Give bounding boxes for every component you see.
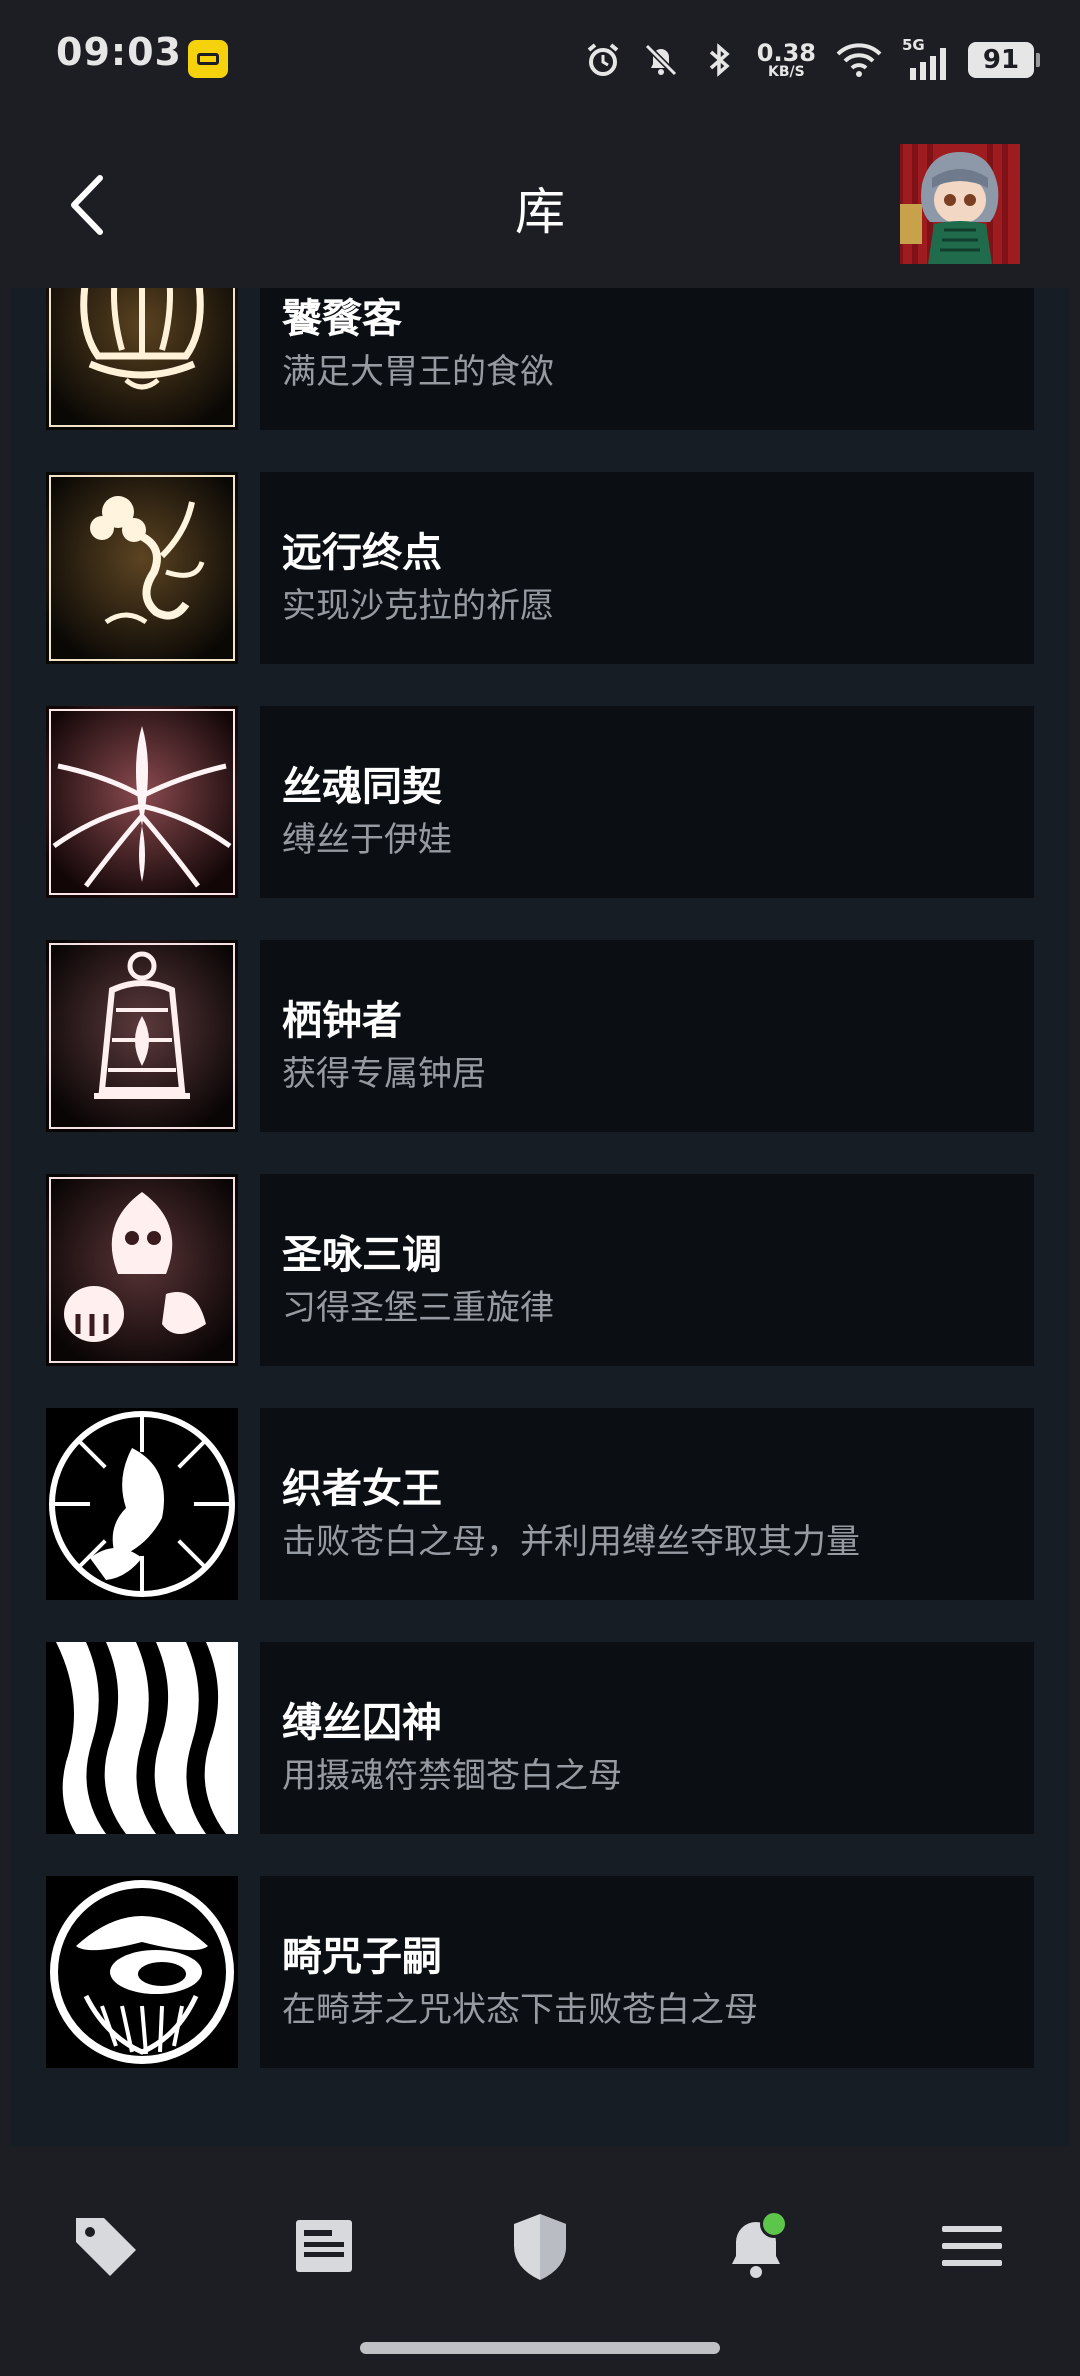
notification-badge	[760, 2210, 788, 2238]
alarm-icon	[587, 43, 619, 76]
achievement-name: 织者女王	[282, 1466, 442, 1512]
flower-icon	[46, 472, 238, 664]
tag-icon	[76, 2218, 136, 2276]
mute-icon	[644, 43, 677, 77]
achievement-card: 畸咒子嗣 在畸芽之咒状态下击败苍白之母	[260, 1876, 1034, 2068]
spider-icon	[46, 706, 238, 898]
bluetooth-icon	[709, 43, 730, 77]
gesture-bar[interactable]	[360, 2342, 720, 2354]
melody-icon	[46, 1174, 238, 1366]
net-speed-value: 0.38	[756, 39, 816, 67]
achievement-name: 圣咏三调	[282, 1232, 442, 1278]
nav-notifications-button[interactable]	[716, 2206, 796, 2286]
nav-store-button[interactable]	[66, 2206, 146, 2286]
achievement-card: 缚丝囚神 用摄魂符禁锢苍白之母	[260, 1642, 1034, 1834]
achievement-card: 远行终点 实现沙克拉的祈愿	[260, 472, 1034, 664]
list-item[interactable]: 缚丝囚神 用摄魂符禁锢苍白之母	[46, 1642, 1044, 1834]
net-speed: 0.38 KB/S	[757, 41, 816, 79]
achievement-list-container[interactable]: 饕餮客 满足大胃王的食欲 远行终点 实现沙克拉的祈愿 丝魂同契 缚丝于伊娃 栖钟…	[10, 288, 1070, 2146]
list-item[interactable]: 织者女王 击败苍白之母，并利用缚丝夺取其力量	[46, 1408, 1044, 1600]
achievement-card: 饕餮客 满足大胃王的食欲	[260, 288, 1034, 430]
bell-icon	[46, 940, 238, 1132]
status-bar: 09:03 0.38 KB/S 5G 91	[0, 0, 1080, 120]
achievement-desc: 习得圣堡三重旋律	[282, 1288, 554, 1328]
app-header: 库	[0, 120, 1080, 288]
signal-icon: 5G	[902, 36, 950, 80]
list-item[interactable]: 圣咏三调 习得圣堡三重旋律	[46, 1174, 1044, 1366]
achievement-card: 栖钟者 获得专属钟居	[260, 940, 1034, 1132]
achievement-name: 丝魂同契	[282, 764, 442, 810]
achievement-card: 丝魂同契 缚丝于伊娃	[260, 706, 1034, 898]
hamburger-menu-icon	[942, 2226, 1002, 2266]
nav-menu-button[interactable]	[932, 2206, 1012, 2286]
achievement-desc: 在畸芽之咒状态下击败苍白之母	[282, 1990, 758, 2030]
achievement-name: 缚丝囚神	[282, 1700, 442, 1746]
achievement-desc: 击败苍白之母，并利用缚丝夺取其力量	[282, 1522, 860, 1562]
net-speed-unit: KB/S	[768, 64, 805, 80]
news-icon	[296, 2220, 352, 2272]
user-avatar[interactable]	[900, 144, 1020, 264]
nav-news-button[interactable]	[284, 2206, 364, 2286]
bound-silk-icon	[46, 1642, 238, 1834]
achievement-name: 饕餮客	[282, 296, 402, 342]
nav-guard-button[interactable]	[500, 2206, 580, 2286]
list-item[interactable]: 远行终点 实现沙克拉的祈愿	[46, 472, 1044, 664]
battery-indicator: 91	[968, 42, 1040, 78]
achievement-desc: 实现沙克拉的祈愿	[282, 586, 554, 626]
achievement-desc: 用摄魂符禁锢苍白之母	[282, 1756, 622, 1796]
status-time: 09:03	[56, 30, 182, 74]
achievement-name: 远行终点	[282, 530, 442, 576]
status-icons: 0.38 KB/S 5G 91	[583, 32, 1040, 88]
achievement-name: 栖钟者	[282, 998, 402, 1044]
achievement-card: 织者女王 击败苍白之母，并利用缚丝夺取其力量	[260, 1408, 1034, 1600]
cursed-mask-icon	[46, 1876, 238, 2068]
list-item[interactable]: 畸咒子嗣 在畸芽之咒状态下击败苍白之母	[46, 1876, 1044, 2068]
list-item[interactable]: 栖钟者 获得专属钟居	[46, 940, 1044, 1132]
weaver-queen-icon	[46, 1408, 238, 1600]
crown-icon	[46, 288, 238, 430]
list-item[interactable]: 丝魂同契 缚丝于伊娃	[46, 706, 1044, 898]
wifi-icon	[836, 43, 882, 77]
achievement-name: 畸咒子嗣	[282, 1934, 442, 1980]
app-notification-icon	[188, 40, 228, 78]
achievement-desc: 满足大胃王的食欲	[282, 352, 554, 392]
shield-icon	[514, 2214, 566, 2280]
achievement-desc: 缚丝于伊娃	[282, 820, 452, 860]
achievement-desc: 获得专属钟居	[282, 1054, 486, 1094]
list-item[interactable]: 饕餮客 满足大胃王的食欲	[46, 288, 1044, 430]
achievement-card: 圣咏三调 习得圣堡三重旋律	[260, 1174, 1034, 1366]
